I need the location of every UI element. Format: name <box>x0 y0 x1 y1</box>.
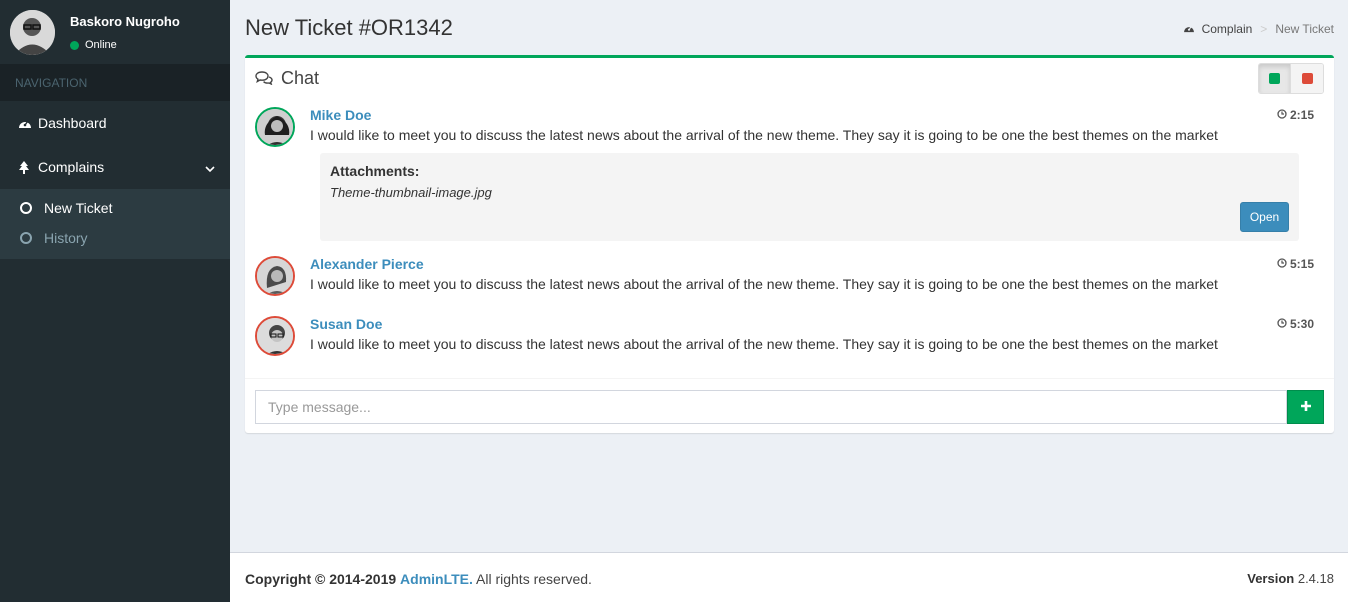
version: Version 2.4.18 <box>1247 571 1334 586</box>
sidebar-item-new-ticket[interactable]: New Ticket <box>0 193 230 223</box>
user-panel: Baskoro Nugroho Online <box>0 0 230 64</box>
chat-box: Chat Mike Doe 2:15 I would like to meet … <box>245 55 1334 433</box>
rights-text: All rights reserved. <box>476 571 592 587</box>
chat-icon <box>255 71 273 88</box>
clock-icon <box>1277 108 1287 122</box>
dashboard-icon <box>18 117 38 129</box>
plus-icon <box>1300 399 1312 415</box>
message-text: I would like to meet you to discuss the … <box>310 276 1218 292</box>
breadcrumb: Complain > New Ticket <box>1183 22 1334 36</box>
status-red-button[interactable] <box>1291 64 1323 93</box>
dashboard-icon <box>1183 22 1195 36</box>
message-author[interactable]: Alexander Pierce <box>310 256 424 272</box>
clock-icon <box>1277 317 1287 331</box>
message-text: I would like to meet you to discuss the … <box>310 127 1218 143</box>
copyright-text: Copyright © 2014-2019 <box>245 571 397 587</box>
avatar <box>255 316 295 356</box>
chat-message: Alexander Pierce 5:15 I would like to me… <box>255 256 1314 298</box>
circle-icon <box>20 202 32 214</box>
page-title: New Ticket #OR1342 <box>245 15 453 40</box>
user-avatar[interactable] <box>10 10 55 55</box>
version-label: Version <box>1247 571 1295 586</box>
sidebar-item-dashboard[interactable]: Dashboard <box>0 101 230 145</box>
brand-link[interactable]: AdminLTE. <box>400 571 473 587</box>
chevron-down-icon[interactable] <box>205 160 215 176</box>
attachment-heading: Attachments: <box>330 163 420 179</box>
breadcrumb-current: New Ticket <box>1275 22 1334 36</box>
tree-icon <box>18 160 38 174</box>
add-message-button[interactable] <box>1287 390 1324 424</box>
chat-input-area <box>245 378 1334 433</box>
status-dot <box>70 40 79 50</box>
circle-icon <box>20 232 32 244</box>
sidebar-item-label: Complains <box>38 159 105 175</box>
sidebar: Baskoro Nugroho Online NAVIGATION Dashbo… <box>0 0 230 602</box>
message-author[interactable]: Mike Doe <box>310 107 371 123</box>
user-status: Online <box>70 39 117 51</box>
chat-message: Susan Doe 5:30 I would like to meet you … <box>255 316 1314 358</box>
open-attachment-button[interactable]: Open <box>1240 202 1289 232</box>
sidebar-submenu: New Ticket History <box>0 189 230 259</box>
sidebar-item-complains[interactable]: Complains <box>0 145 230 189</box>
main-content: New Ticket #OR1342 Complain > New Ticket… <box>230 0 1348 552</box>
message-time: 5:15 <box>1277 257 1314 271</box>
sidebar-item-label: History <box>44 230 88 246</box>
message-text: I would like to meet you to discuss the … <box>310 336 1218 352</box>
square-icon <box>1269 73 1280 84</box>
breadcrumb-separator: > <box>1260 22 1268 36</box>
message-time: 2:15 <box>1277 108 1314 122</box>
avatar <box>255 256 295 296</box>
user-status-label: Online <box>85 39 117 51</box>
chat-title: Chat <box>281 68 320 88</box>
version-number: 2.4.18 <box>1297 571 1334 586</box>
message-time-label: 5:15 <box>1289 257 1314 271</box>
status-green-button[interactable] <box>1259 64 1291 93</box>
attachment-filename: Theme-thumbnail-image.jpg <box>330 185 492 200</box>
avatar <box>255 107 295 147</box>
sidebar-item-history[interactable]: History <box>0 223 230 253</box>
message-input[interactable] <box>255 390 1287 424</box>
page-footer: Copyright © 2014-2019 AdminLTE. All righ… <box>230 552 1348 602</box>
status-toggle <box>1258 63 1324 94</box>
square-icon <box>1301 73 1313 84</box>
sidebar-item-label: Dashboard <box>38 115 107 131</box>
nav-header: NAVIGATION <box>0 64 230 101</box>
message-author[interactable]: Susan Doe <box>310 316 382 332</box>
clock-icon <box>1277 257 1287 271</box>
sidebar-item-label: New Ticket <box>44 200 113 216</box>
breadcrumb-link-complain[interactable]: Complain <box>1202 22 1253 36</box>
copyright: Copyright © 2014-2019 AdminLTE. All righ… <box>245 571 592 587</box>
attachment-panel: Attachments: Theme-thumbnail-image.jpg O… <box>320 153 1299 241</box>
message-time-label: 5:30 <box>1289 317 1314 331</box>
user-name: Baskoro Nugroho <box>70 14 180 29</box>
message-time-label: 2:15 <box>1289 108 1314 122</box>
chat-box-header: Chat <box>245 58 1334 96</box>
message-time: 5:30 <box>1277 317 1314 331</box>
